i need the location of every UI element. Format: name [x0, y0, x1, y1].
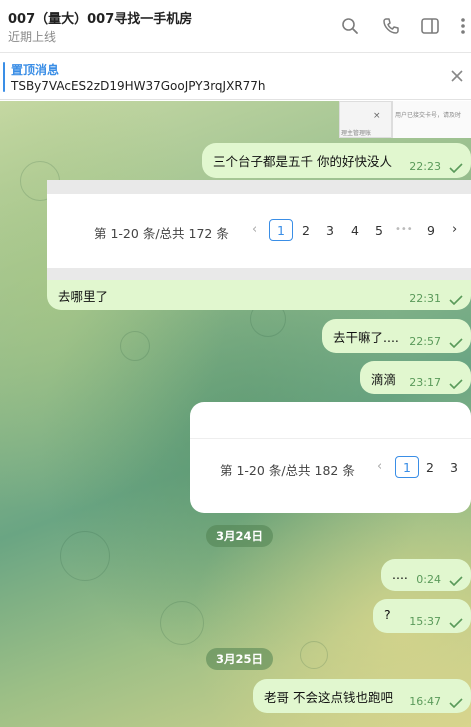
message-bubble[interactable]: .... 0:24 — [381, 559, 471, 591]
doodle-decoration — [60, 531, 110, 581]
pagination-page[interactable]: 3 — [450, 460, 458, 475]
pagination-page[interactable]: 2 — [426, 460, 434, 475]
chat-status: 近期上线 — [8, 30, 57, 44]
chat-title[interactable]: 007（量大）007寻找一手机房 — [8, 8, 192, 27]
message-time: 22:31 — [409, 292, 441, 305]
message-text: 去干嘛了.... — [333, 330, 399, 345]
chat-background: × 理主管理账 用户已接交卡号，请及时 三个台子都是五千 你的好快没人 22:2… — [0, 101, 471, 727]
message-bubble[interactable]: 三个台子都是五千 你的好快没人 22:23 — [202, 143, 471, 178]
more-icon[interactable] — [452, 15, 471, 37]
message-text: 老哥 不会这点钱也跑吧 — [264, 690, 393, 705]
image-thumbnail[interactable]: × 理主管理账 — [339, 101, 392, 138]
check-icon — [449, 379, 463, 389]
pinned-message[interactable]: 置顶消息 TSBy7VAcES2zD19HW37GooJPY3rqJXR77h — [0, 54, 471, 100]
message-text: .... — [392, 567, 408, 582]
pagination-bar: 第 1-20 条/总共 172 条 ‹ 1 2 3 4 5 ••• 9 › — [47, 194, 471, 268]
pinned-accent-bar — [3, 62, 5, 92]
close-icon[interactable] — [448, 67, 466, 85]
image-screenshot[interactable]: 第 1-20 条/总共 182 条 ‹ 1 2 3 — [190, 402, 471, 513]
image-thumbnail[interactable]: 用户已接交卡号，请及时 — [392, 101, 471, 138]
check-icon — [449, 338, 463, 348]
pagination-prev[interactable]: ‹ — [377, 459, 382, 474]
pagination-next[interactable]: › — [452, 222, 457, 237]
message-bubble[interactable]: ? 15:37 — [373, 599, 471, 633]
message-time: 16:47 — [409, 695, 441, 708]
image-screenshot[interactable]: 第 1-20 条/总共 172 条 ‹ 1 2 3 4 5 ••• 9 › — [47, 180, 471, 280]
message-time: 23:17 — [409, 376, 441, 389]
thumbnail-text: 用户已接交卡号，请及时 — [395, 112, 462, 119]
message-time: 22:23 — [409, 160, 441, 173]
pagination-current[interactable]: 1 — [269, 219, 293, 241]
pagination-summary: 第 1-20 条/总共 172 条 — [94, 226, 229, 241]
pagination-page[interactable]: 4 — [351, 223, 359, 238]
message-text: 三个台子都是五千 你的好快没人 — [213, 154, 392, 169]
date-separator: 3月24日 — [206, 525, 274, 547]
doodle-decoration — [120, 331, 150, 361]
message-time: 15:37 — [409, 615, 441, 628]
date-separator: 3月25日 — [206, 648, 274, 670]
pagination-prev[interactable]: ‹ — [252, 222, 257, 237]
message-bubble[interactable]: 老哥 不会这点钱也跑吧 16:47 — [253, 679, 471, 713]
card-divider — [190, 438, 471, 439]
check-icon — [449, 295, 463, 305]
search-icon[interactable] — [339, 15, 361, 37]
pagination-summary: 第 1-20 条/总共 182 条 — [220, 463, 355, 478]
phone-icon[interactable] — [380, 15, 402, 37]
check-icon — [449, 618, 463, 628]
pinned-text: TSBy7VAcES2zD19HW37GooJPY3rqJXR77h — [11, 79, 266, 93]
check-icon — [449, 576, 463, 586]
pagination-current[interactable]: 1 — [395, 456, 419, 478]
message-bubble[interactable]: 去哪里了 22:31 — [47, 280, 471, 310]
message-bubble[interactable]: 滴滴 23:17 — [360, 361, 471, 394]
pagination-page[interactable]: 2 — [302, 223, 310, 238]
sidebar-toggle-icon[interactable] — [419, 15, 441, 37]
message-bubble[interactable]: 去干嘛了.... 22:57 — [322, 319, 471, 353]
pinned-title: 置顶消息 — [11, 63, 60, 77]
message-text: 去哪里了 — [58, 289, 109, 304]
chat-header: 007（量大）007寻找一手机房 近期上线 — [0, 0, 471, 53]
pagination-page[interactable]: 3 — [326, 223, 334, 238]
message-text: ? — [384, 607, 391, 622]
message-time: 0:24 — [416, 573, 441, 586]
pagination-page[interactable]: 9 — [427, 223, 435, 238]
thumbnail-close-glyph: × — [373, 111, 381, 121]
pagination-page[interactable]: 5 — [375, 223, 383, 238]
doodle-decoration — [160, 601, 204, 645]
message-text: 滴滴 — [371, 372, 397, 387]
pagination-ellipsis[interactable]: ••• — [395, 224, 413, 235]
thumbnail-text: 理主管理账 — [341, 130, 372, 137]
message-time: 22:57 — [409, 335, 441, 348]
check-icon — [449, 163, 463, 173]
check-icon — [449, 698, 463, 708]
doodle-decoration — [300, 641, 328, 669]
